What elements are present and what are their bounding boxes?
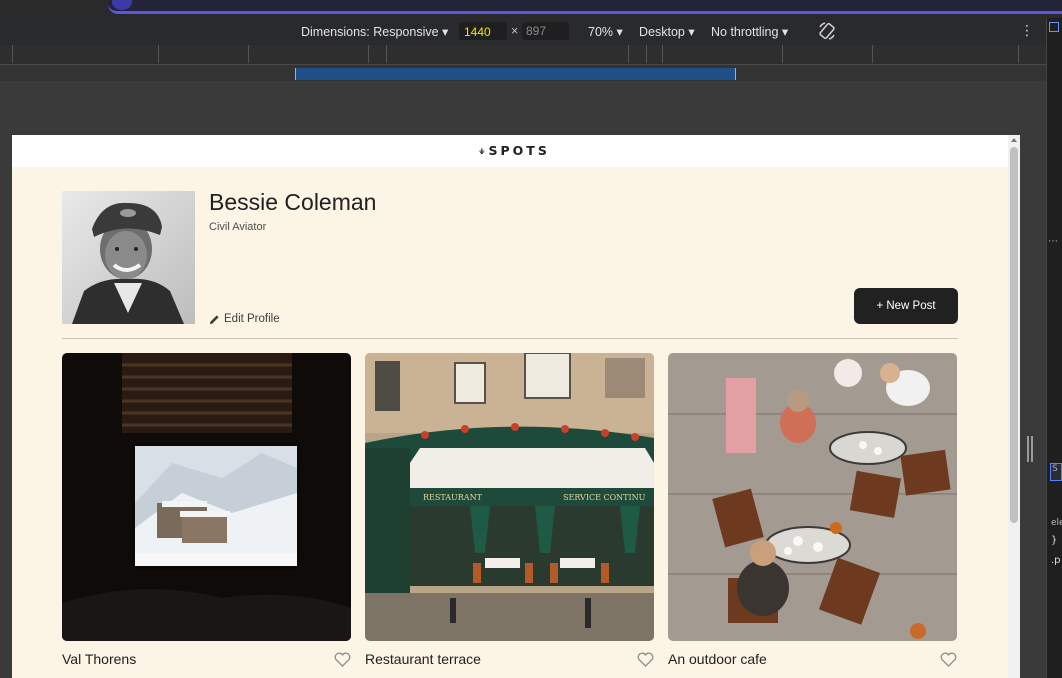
inspect-icon[interactable] [1049,22,1059,32]
heart-icon[interactable] [334,652,351,667]
outdoor-cafe-photo [668,353,957,641]
edit-profile-label: Edit Profile [224,313,280,325]
card-caption: An outdoor cafe [668,651,957,667]
rule-snippet: .p [1051,555,1061,566]
scroll-up-icon[interactable] [1011,138,1017,142]
site-logo[interactable]: ⍖SPOTS [478,143,550,159]
element-style-snippet: ele [1051,518,1062,528]
svg-text:RESTAURANT: RESTAURANT [423,493,483,502]
card: Val Thorens [62,353,351,667]
media-query-bar-row [0,65,1046,81]
device-toolbar: Dimensions: Responsive ▾ 1440 × 897 70% … [0,18,1046,45]
brace-snippet: } [1051,535,1058,546]
profile-divider [62,338,958,339]
scrollbar-thumb[interactable] [1010,147,1018,523]
val-thorens-photo [62,353,351,641]
media-query-ruler [0,45,1046,65]
devtools-side-panel: ⋯ S ele } .p [1046,18,1062,678]
styles-tab[interactable]: S [1050,463,1062,481]
heart-icon[interactable] [637,652,654,667]
card-title: An outdoor cafe [668,651,767,667]
rotate-icon[interactable] [817,21,837,41]
card-caption: Restaurant terrace [365,651,654,667]
edit-profile-button[interactable]: Edit Profile [209,311,280,327]
dimensions-dropdown[interactable]: Dimensions: Responsive ▾ [301,24,448,39]
card-caption: Val Thorens [62,651,351,667]
heart-icon[interactable] [940,652,957,667]
card-image[interactable] [668,353,957,641]
new-post-button[interactable]: + New Post [854,288,958,324]
times-symbol: × [511,24,519,38]
more-tools-icon[interactable]: ⋯ [1048,236,1058,247]
zoom-dropdown[interactable]: 70% ▾ [588,24,623,39]
card-title: Restaurant terrace [365,651,481,667]
card: RESTAURANT SERVICE CONTINU Restaurant te… [365,353,654,667]
width-input[interactable]: 1440 [459,22,507,40]
avatar-photo [62,191,195,324]
profile-description: Civil Aviator [209,221,267,233]
card-image[interactable] [62,353,351,641]
avatar [62,191,195,324]
device-type-dropdown[interactable]: Desktop ▾ [639,24,695,39]
card: An outdoor cafe [668,353,957,667]
browser-top-strip [0,0,1062,18]
viewport-resize-handle[interactable] [1027,436,1033,462]
height-input[interactable]: 897 [522,22,569,40]
pencil-icon [209,314,219,324]
media-query-bar[interactable] [295,68,736,80]
card-title: Val Thorens [62,651,137,667]
site-header: ⍖SPOTS [12,135,1008,167]
restaurant-terrace-photo: RESTAURANT SERVICE CONTINU [365,353,654,641]
card-image[interactable]: RESTAURANT SERVICE CONTINU [365,353,654,641]
svg-text:SERVICE CONTINU: SERVICE CONTINU [563,493,646,502]
address-bar-area[interactable] [108,0,1062,14]
page-scrollbar[interactable] [1008,135,1020,678]
more-options-icon[interactable]: ⋮ [1020,23,1034,39]
profile-name: Bessie Coleman [209,189,377,215]
throttling-dropdown[interactable]: No throttling ▾ [711,24,788,39]
page-viewport: ⍖SPOTS Bessie Coleman Civil Aviator Edit… [12,135,1020,678]
